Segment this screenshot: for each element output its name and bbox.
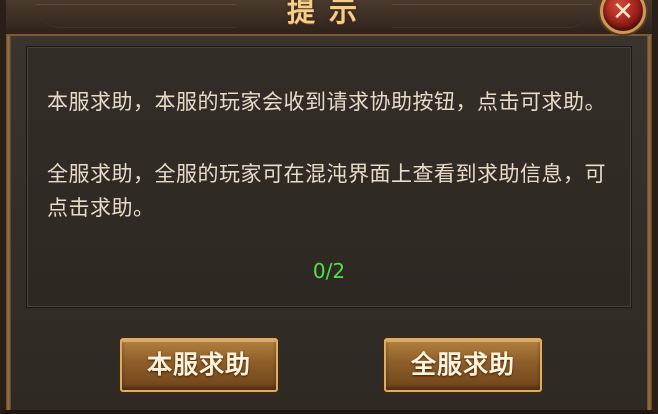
global-help-button-label: 全服求助 — [410, 350, 515, 379]
frame-edge-right — [647, 34, 652, 410]
title-bar: 提示 ✕ — [6, 0, 652, 36]
global-help-button[interactable]: 全服求助 — [384, 338, 542, 392]
help-dialog: 提示 ✕ 本服求助，本服的玩家会收到请求协助按钮，点击可求助。 全服求助，全服的… — [0, 0, 658, 414]
content-panel: 本服求助，本服的玩家会收到请求协助按钮，点击可求助。 全服求助，全服的玩家可在混… — [26, 46, 632, 308]
frame-edge-left — [6, 34, 11, 410]
dialog-title: 提示 — [286, 0, 371, 28]
help-count: 0/2 — [312, 259, 346, 283]
server-help-button[interactable]: 本服求助 — [120, 338, 278, 392]
global-help-description: 全服求助，全服的玩家可在混沌界面上查看到求助信息，可点击求助。 — [47, 162, 606, 220]
close-icon: ✕ — [612, 0, 634, 27]
server-help-description: 本服求助，本服的玩家会收到请求协助按钮，点击可求助。 — [47, 90, 606, 114]
server-help-button-label: 本服求助 — [146, 350, 251, 379]
